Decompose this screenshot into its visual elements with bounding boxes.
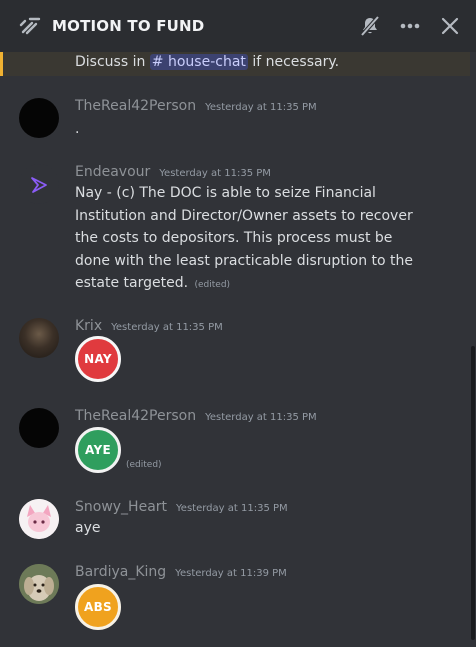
vote-label: AYE	[85, 443, 111, 457]
username[interactable]: Bardiya_King	[75, 564, 166, 580]
timestamp: Yesterday at 11:35 PM	[176, 503, 288, 514]
avatar[interactable]	[19, 164, 59, 204]
avatar[interactable]	[19, 318, 59, 358]
scrollbar[interactable]	[471, 346, 475, 640]
username[interactable]: Endeavour	[75, 164, 150, 180]
aye-vote-badge: AYE	[75, 427, 121, 473]
username[interactable]: TheReal42Person	[75, 408, 196, 424]
vote-label: ABS	[84, 600, 112, 614]
avatar[interactable]	[19, 564, 59, 604]
abs-vote-badge: ABS	[75, 584, 121, 630]
avatar[interactable]	[19, 499, 59, 539]
message-text: .	[75, 121, 80, 137]
timestamp: Yesterday at 11:39 PM	[175, 568, 287, 579]
timestamp: Yesterday at 11:35 PM	[159, 168, 271, 179]
bell-slash-icon[interactable]	[358, 14, 382, 38]
thread-title: MOTION TO FUND	[52, 17, 205, 35]
nay-vote-badge: NAY	[75, 336, 121, 382]
username[interactable]: Snowy_Heart	[75, 499, 167, 515]
message-text: Nay - (c) The DOC is able to seize Finan…	[75, 182, 420, 297]
timestamp: Yesterday at 11:35 PM	[205, 102, 317, 113]
message-list[interactable]: Discuss in # house-chat if necessary. Th…	[0, 52, 476, 647]
thread-header: MOTION TO FUND	[0, 0, 476, 52]
edited-label: (edited)	[126, 460, 162, 470]
avatar[interactable]	[19, 408, 59, 448]
username[interactable]: TheReal42Person	[75, 98, 196, 114]
thread-icon	[18, 14, 42, 38]
timestamp: Yesterday at 11:35 PM	[111, 322, 223, 333]
highlighted-message-text: Discuss in # house-chat if necessary.	[75, 54, 340, 70]
username[interactable]: Krix	[75, 318, 102, 334]
message-text: aye	[75, 520, 101, 536]
close-icon[interactable]	[438, 14, 462, 38]
channel-mention[interactable]: # house-chat	[149, 54, 248, 70]
thread-window: MOTION TO FUND Discuss in # house-chat i…	[0, 0, 476, 647]
highlighted-message: Discuss in # house-chat if necessary.	[0, 52, 470, 76]
message-content: Nay - (c) The DOC is able to seize Finan…	[75, 185, 414, 291]
vote-label: NAY	[84, 352, 112, 366]
timestamp: Yesterday at 11:35 PM	[205, 412, 317, 423]
more-icon[interactable]	[398, 14, 422, 38]
avatar[interactable]	[19, 98, 59, 138]
edited-label: (edited)	[194, 280, 231, 290]
